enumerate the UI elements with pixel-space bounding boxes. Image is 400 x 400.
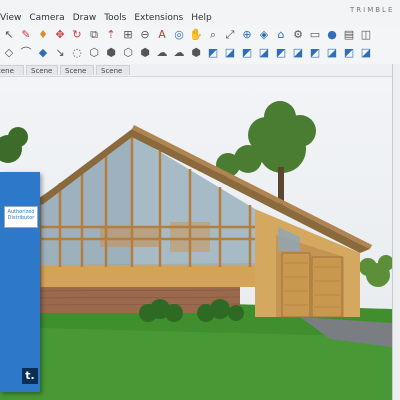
back-edges-icon[interactable]: ◩ — [308, 46, 322, 60]
zoom-extents-icon[interactable]: ⤢ — [223, 28, 237, 42]
protractor-icon[interactable]: ⬢ — [138, 46, 152, 60]
trimble-logo: TRIMBLE — [350, 6, 395, 14]
left-view-icon[interactable]: ◩ — [274, 46, 288, 60]
user-icon[interactable]: ● — [325, 28, 339, 42]
eraser-icon[interactable]: ✎ — [19, 28, 33, 42]
extension-icon[interactable]: ⚙ — [291, 28, 305, 42]
arc-icon[interactable]: ⌒ — [19, 46, 33, 60]
menu-items: View Camera Draw Tools Extensions Help — [0, 13, 212, 23]
toolbar-views: ◇ ⌒ ◆ ↘ ◌ ⬡ ⬢ ⬡ ⬢ ☁ ☁ ⬢ ◩ ◪ ◩ ◪ ◩ ◪ ◩ ◪ … — [0, 44, 400, 65]
line-icon[interactable]: ◇ — [2, 46, 16, 60]
product-box-image: Authorized Distributor t. — [0, 172, 40, 392]
tab-scene-2[interactable]: cene 2 — [0, 65, 24, 85]
tab-scene-6[interactable]: Scene 6 — [96, 65, 130, 85]
iso-view-icon[interactable]: ⬢ — [189, 46, 203, 60]
shape-icon[interactable]: ◆ — [36, 46, 50, 60]
default-tray-edge[interactable] — [392, 64, 400, 400]
model-viewport[interactable]: Authorized Distributor t. — [0, 77, 392, 400]
layer-icon[interactable]: ▤ — [342, 28, 356, 42]
right-view-icon[interactable]: ◩ — [240, 46, 254, 60]
model-render — [0, 101, 392, 400]
tape-measure-icon[interactable]: ⊖ — [138, 28, 152, 42]
zoom-icon[interactable]: ⌕ — [206, 28, 220, 42]
rotate-icon[interactable]: ↻ — [70, 28, 84, 42]
orbit-icon[interactable]: ◎ — [172, 28, 186, 42]
menu-tools[interactable]: Tools — [104, 13, 126, 23]
menu-extensions[interactable]: Extensions — [134, 13, 183, 23]
xray-icon[interactable]: ◪ — [291, 46, 305, 60]
3d-text-icon[interactable]: ☁ — [172, 46, 186, 60]
top-view-icon[interactable]: ◩ — [206, 46, 220, 60]
shed-door-left — [281, 252, 311, 318]
file-icon[interactable]: ▭ — [308, 28, 322, 42]
scale-icon[interactable]: ⧉ — [87, 28, 101, 42]
menu-draw[interactable]: Draw — [73, 13, 97, 23]
tree-far-right — [359, 255, 392, 287]
timber-sill — [40, 263, 255, 287]
warehouse-icon[interactable]: ⌂ — [274, 28, 288, 42]
front-view-icon[interactable]: ◪ — [223, 46, 237, 60]
paint-bucket-icon[interactable]: ♦ — [36, 28, 50, 42]
hidden-line-icon[interactable]: ◩ — [342, 46, 356, 60]
circle-icon[interactable]: ◌ — [70, 46, 84, 60]
rectangle-icon[interactable]: ↘ — [53, 46, 67, 60]
trimble-t-logo: t. — [22, 368, 38, 384]
tab-scene-4[interactable]: Scene 4 — [26, 65, 58, 85]
tree-left — [0, 127, 28, 163]
freehand-icon[interactable]: ⬢ — [104, 46, 118, 60]
select-icon[interactable]: ↖ — [2, 28, 16, 42]
text-icon[interactable]: A — [155, 28, 169, 42]
back-view-icon[interactable]: ◪ — [257, 46, 271, 60]
shaded-icon[interactable]: ◪ — [359, 46, 373, 60]
tree-right-large — [216, 101, 316, 207]
menu-bar: View Camera Draw Tools Extensions Help T… — [0, 0, 400, 27]
authorized-distributor-badge: Authorized Distributor — [4, 206, 38, 228]
axes-icon[interactable]: ☁ — [155, 46, 169, 60]
scene-tabs: cene 2 Scene 4 Scene 5 Scene 6 — [0, 64, 392, 85]
tab-scene-5[interactable]: Scene 5 — [60, 65, 94, 85]
menu-help[interactable]: Help — [191, 13, 212, 23]
pushpull-icon[interactable]: ⇡ — [104, 28, 118, 42]
menu-view[interactable]: View — [0, 13, 21, 23]
previous-view-icon[interactable]: ⊕ — [240, 28, 254, 42]
component-icon[interactable]: ◫ — [359, 28, 373, 42]
shed-door-right — [311, 256, 343, 318]
dimension-icon[interactable]: ⬡ — [121, 46, 135, 60]
wireframe-icon[interactable]: ◪ — [325, 46, 339, 60]
offset-icon[interactable]: ⊞ — [121, 28, 135, 42]
pan-icon[interactable]: ✋ — [189, 28, 203, 42]
move-icon[interactable]: ✥ — [53, 28, 67, 42]
polygon-icon[interactable]: ⬡ — [87, 46, 101, 60]
menu-camera[interactable]: Camera — [29, 13, 64, 23]
section-plane-icon[interactable]: ◈ — [257, 28, 271, 42]
